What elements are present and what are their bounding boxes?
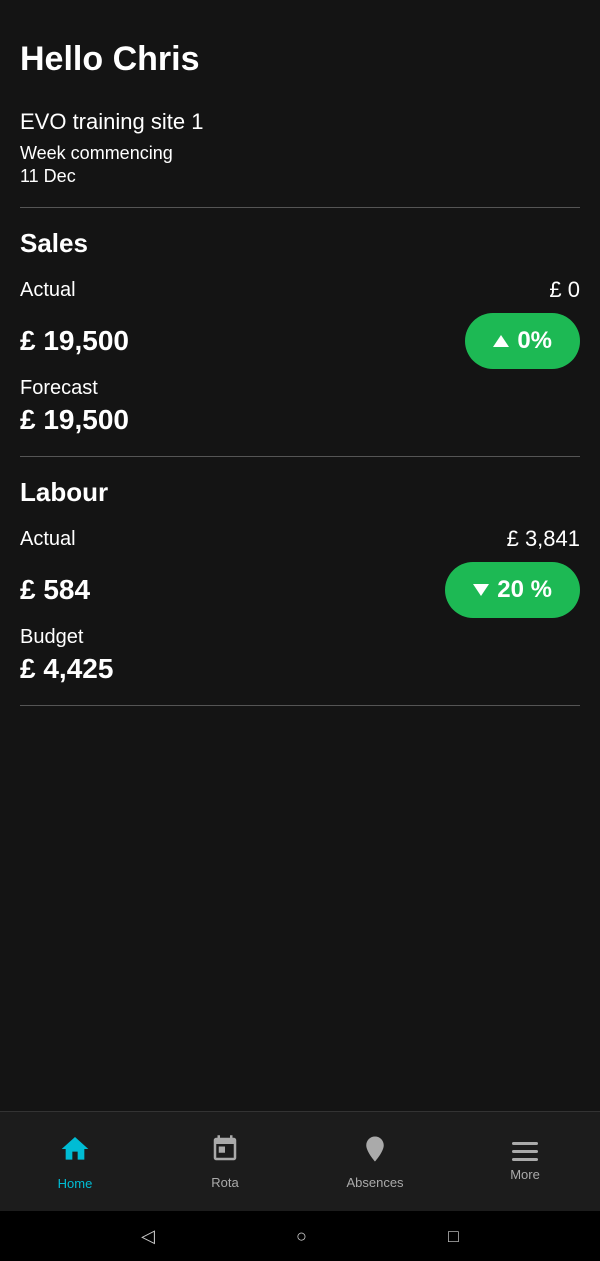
labour-section-title: Labour — [20, 477, 580, 508]
android-recent-button[interactable]: □ — [448, 1226, 459, 1247]
sales-arrow-up-icon — [493, 335, 509, 347]
more-icon — [512, 1142, 538, 1161]
labour-actual-value: £ 3,841 — [507, 526, 580, 552]
divider-middle — [20, 456, 580, 457]
bottom-nav: Home Rota Absences More — [0, 1111, 600, 1211]
labour-actual-row: Actual £ 3,841 — [20, 526, 580, 552]
android-back-button[interactable]: ◁ — [141, 1226, 155, 1247]
sales-forecast-block: Forecast £ 19,500 — [20, 377, 580, 436]
nav-rota[interactable]: Rota — [150, 1134, 300, 1190]
divider-bottom — [20, 705, 580, 706]
labour-arrow-down-icon — [473, 584, 489, 596]
absences-icon — [360, 1134, 390, 1169]
labour-amount-large: £ 584 — [20, 574, 90, 606]
nav-absences-label: Absences — [346, 1175, 403, 1190]
sales-forecast-amount: £ 19,500 — [20, 404, 580, 436]
nav-rota-label: Rota — [211, 1175, 238, 1190]
greeting-text: Hello Chris — [20, 40, 580, 79]
labour-budget-label: Budget — [20, 626, 580, 649]
nav-absences[interactable]: Absences — [300, 1134, 450, 1190]
android-nav-bar: ◁ ○ □ — [0, 1211, 600, 1261]
labour-actual-label: Actual — [20, 528, 76, 551]
labour-percent-badge: 20 % — [445, 562, 580, 618]
nav-home[interactable]: Home — [0, 1133, 150, 1191]
labour-budget-amount: £ 4,425 — [20, 653, 580, 685]
week-date: 11 Dec — [20, 166, 580, 187]
sales-amount-large: £ 19,500 — [20, 325, 129, 357]
divider-top — [20, 207, 580, 208]
nav-home-label: Home — [58, 1176, 93, 1191]
sales-percent-badge: 0% — [465, 313, 580, 369]
labour-section: Labour Actual £ 3,841 £ 584 20 % Budget … — [20, 477, 580, 685]
sales-actual-label: Actual — [20, 279, 76, 302]
sales-actual-row: Actual £ 0 — [20, 277, 580, 303]
sales-section-title: Sales — [20, 228, 580, 259]
nav-more-label: More — [510, 1167, 540, 1182]
labour-percent-value: 20 % — [497, 576, 552, 604]
sales-actual-value: £ 0 — [549, 277, 580, 303]
sales-forecast-label: Forecast — [20, 377, 580, 400]
labour-budget-block: Budget £ 4,425 — [20, 626, 580, 685]
site-name: EVO training site 1 — [20, 109, 580, 135]
nav-more[interactable]: More — [450, 1142, 600, 1182]
rota-icon — [210, 1134, 240, 1169]
home-icon — [59, 1133, 91, 1170]
android-home-button[interactable]: ○ — [296, 1226, 307, 1247]
week-label: Week commencing — [20, 143, 580, 164]
sales-section: Sales Actual £ 0 £ 19,500 0% Forecast £ … — [20, 228, 580, 436]
sales-percent-value: 0% — [517, 327, 552, 355]
